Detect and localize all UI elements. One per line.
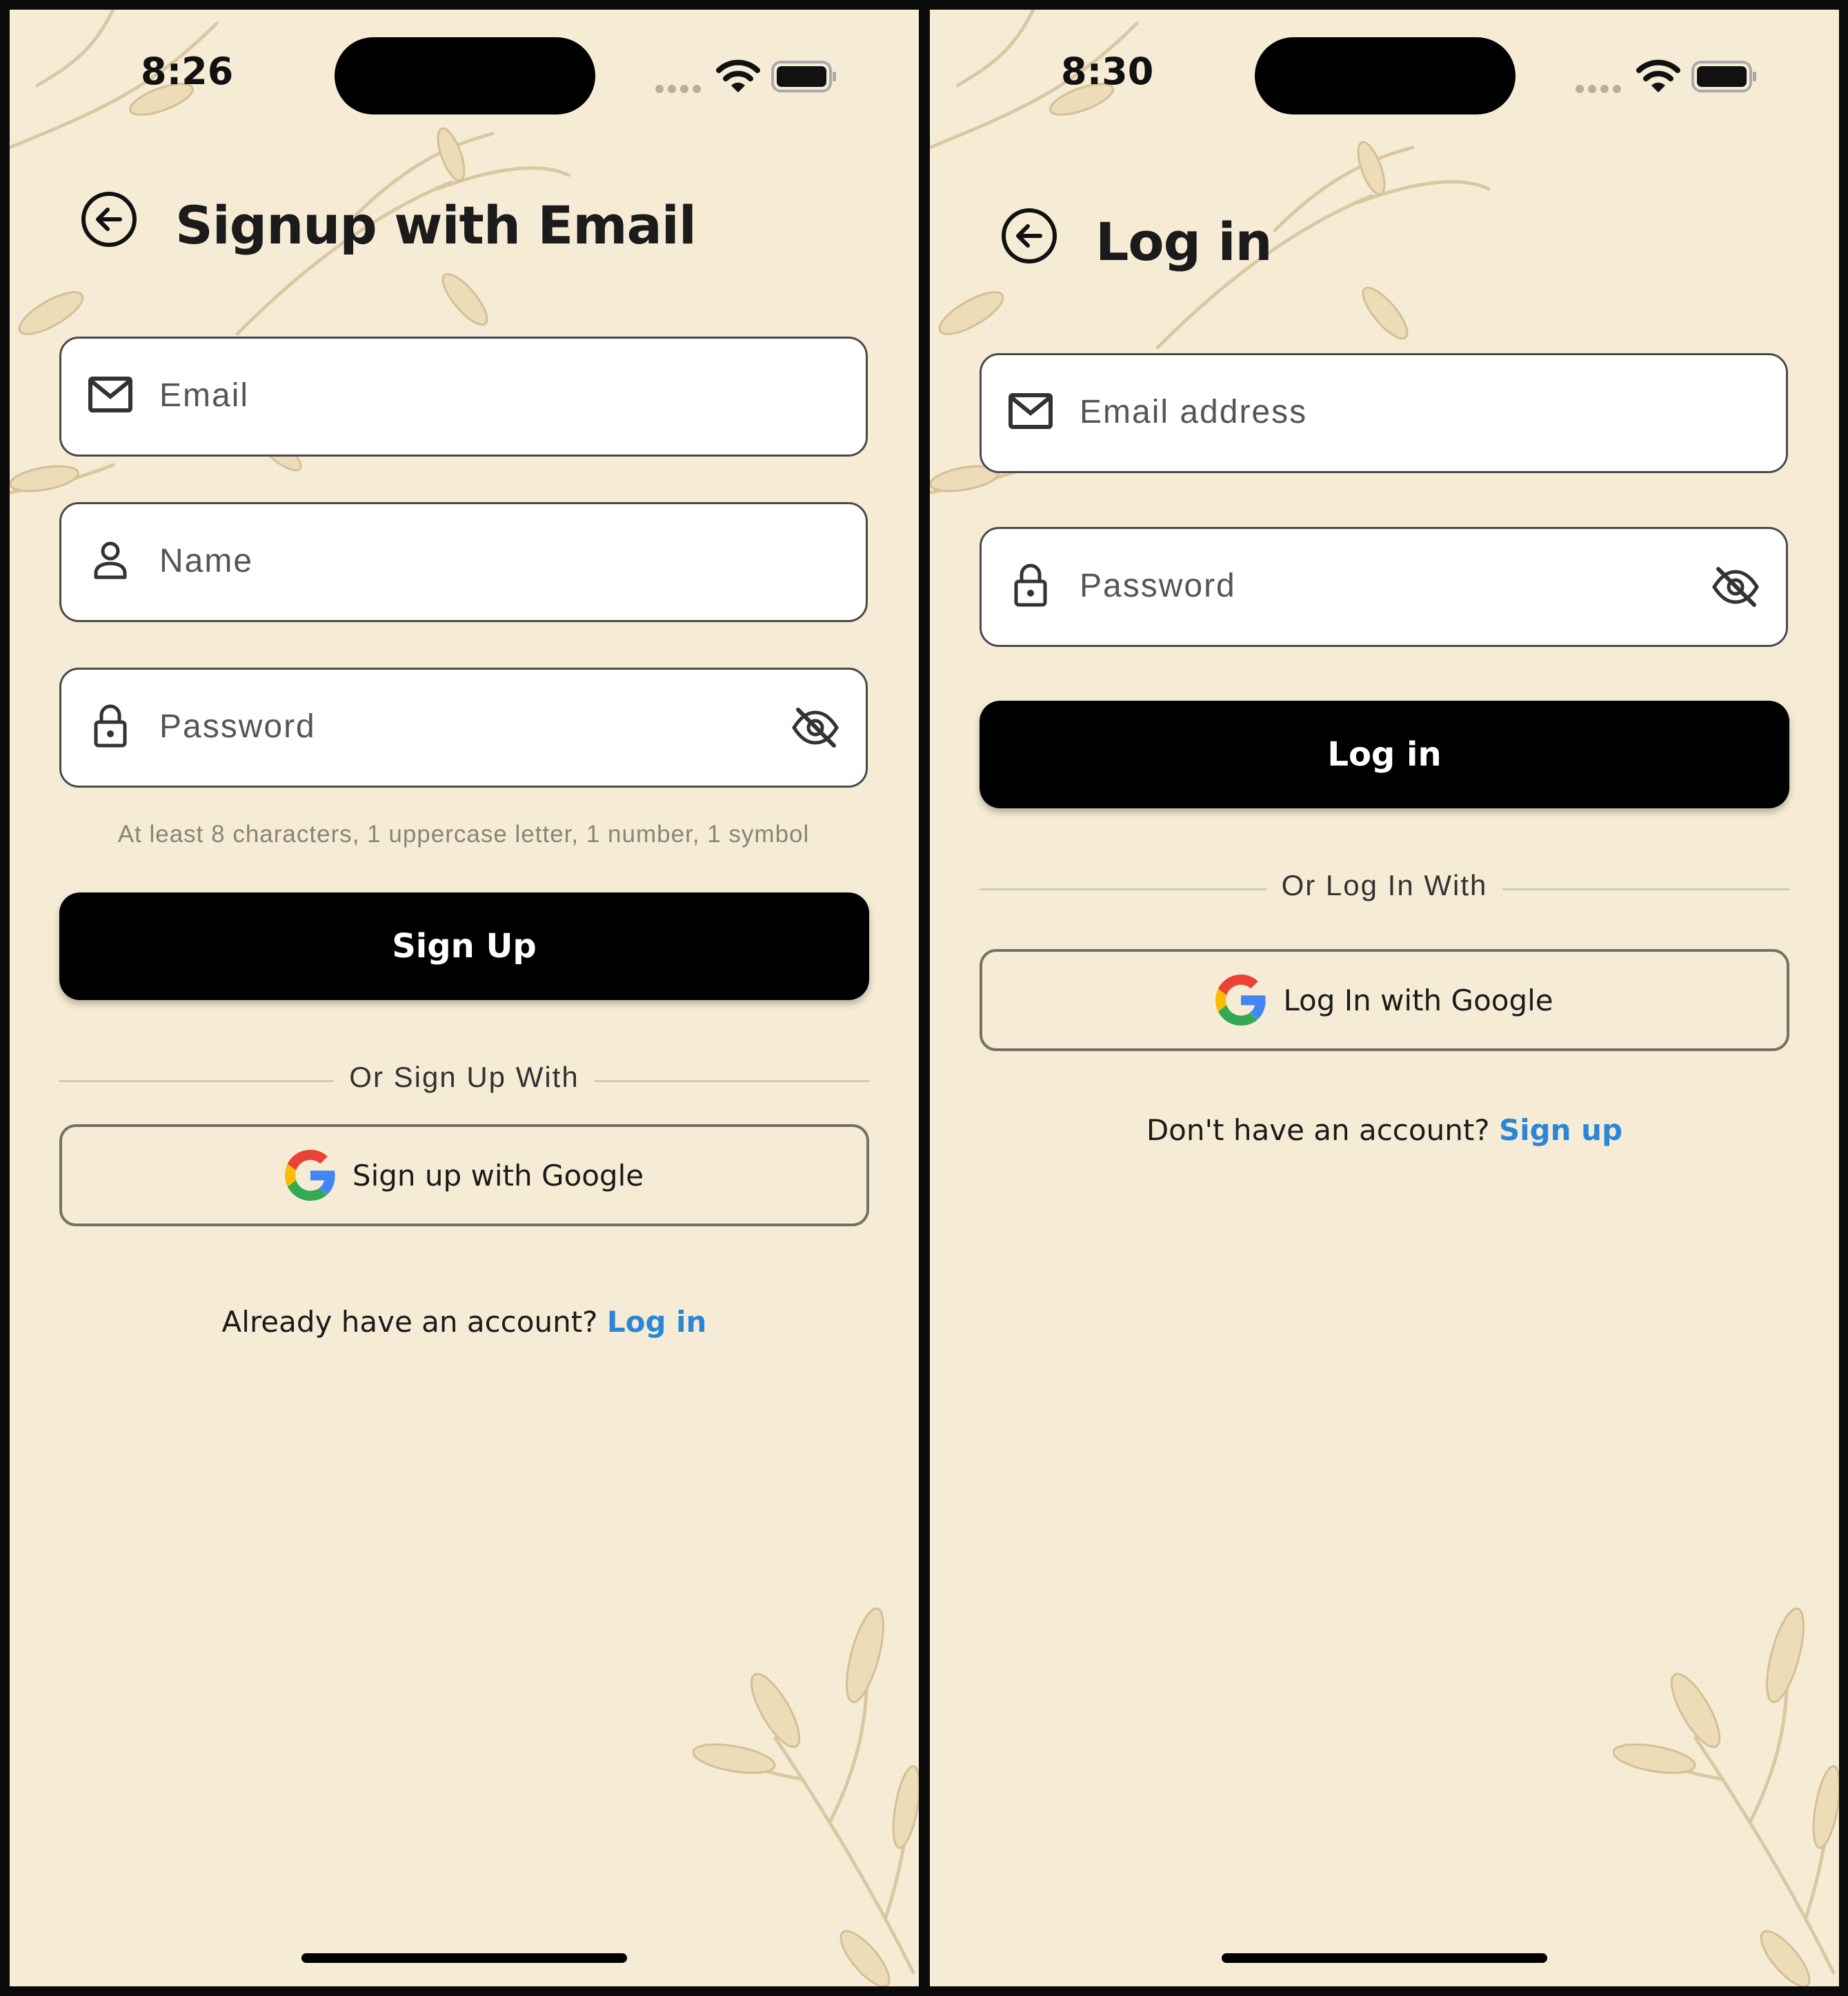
or-divider: Or Log In With [980, 869, 1789, 910]
battery-icon [1691, 61, 1756, 92]
email-placeholder: Email [159, 377, 250, 414]
eye-off-icon[interactable] [1711, 566, 1760, 608]
or-divider: Or Sign Up With [59, 1061, 869, 1102]
status-time: 8:30 [1061, 50, 1154, 93]
google-login-button[interactable]: Log In with Google [980, 949, 1789, 1051]
mail-icon [88, 377, 132, 412]
name-placeholder: Name [159, 543, 254, 579]
back-arrow-circle-icon[interactable] [1000, 207, 1058, 265]
status-time: 8:26 [141, 50, 234, 93]
google-logo-icon [1215, 975, 1266, 1026]
foliage-decoration-bottom [1613, 1607, 1839, 1986]
signup-link[interactable]: Sign up [1499, 1113, 1622, 1147]
person-icon [94, 541, 127, 579]
google-button-label: Sign up with Google [352, 1158, 644, 1192]
home-indicator [1222, 1953, 1547, 1963]
email-placeholder: Email address [1080, 394, 1308, 430]
google-button-label: Log In with Google [1283, 983, 1553, 1017]
footer-text: Already have an account? [221, 1305, 598, 1339]
cellular-signal-icon [1576, 83, 1625, 96]
signup-prompt: Don't have an account? Sign up [980, 1113, 1789, 1147]
password-hint: At least 8 characters, 1 uppercase lette… [117, 821, 810, 848]
eye-off-icon[interactable] [791, 707, 839, 748]
page-title: Log in [1095, 211, 1273, 272]
dynamic-island [1255, 37, 1516, 114]
lock-icon [1014, 563, 1047, 607]
cellular-signal-icon [655, 83, 705, 96]
log-in-button[interactable]: Log in [980, 701, 1789, 808]
mail-icon [1009, 393, 1053, 429]
sign-up-button[interactable]: Sign Up [59, 892, 869, 1000]
password-placeholder: Password [1080, 568, 1236, 604]
dynamic-island [335, 37, 595, 114]
wifi-icon [1636, 59, 1680, 92]
login-screen: 8:30 Log in Email address Password Log i… [930, 10, 1839, 1986]
home-indicator [301, 1953, 627, 1963]
wifi-icon [716, 59, 760, 92]
divider-text: Or Log In With [1281, 869, 1488, 901]
password-placeholder: Password [159, 708, 316, 745]
divider-text: Or Sign Up With [349, 1061, 579, 1093]
back-arrow-circle-icon[interactable] [80, 190, 138, 248]
divider-line-right [1502, 888, 1789, 890]
google-logo-icon [284, 1150, 335, 1201]
email-field[interactable]: Email address [980, 353, 1788, 473]
google-signup-button[interactable]: Sign up with Google [59, 1124, 869, 1226]
footer-text: Don't have an account? [1146, 1113, 1490, 1147]
name-field[interactable]: Name [59, 502, 868, 622]
foliage-decoration-bottom [693, 1607, 919, 1986]
signup-screen: 8:26 Signup with Email Email Name Passwo… [10, 10, 919, 1986]
password-field[interactable]: Password [59, 668, 868, 788]
lock-icon [94, 704, 127, 748]
page-title: Signup with Email [175, 194, 697, 256]
email-field[interactable]: Email [59, 337, 868, 457]
divider-line-right [595, 1080, 869, 1082]
password-field[interactable]: Password [980, 527, 1788, 647]
battery-icon [771, 61, 836, 92]
login-link[interactable]: Log in [607, 1305, 707, 1339]
login-prompt: Already have an account? Log in [59, 1305, 869, 1339]
